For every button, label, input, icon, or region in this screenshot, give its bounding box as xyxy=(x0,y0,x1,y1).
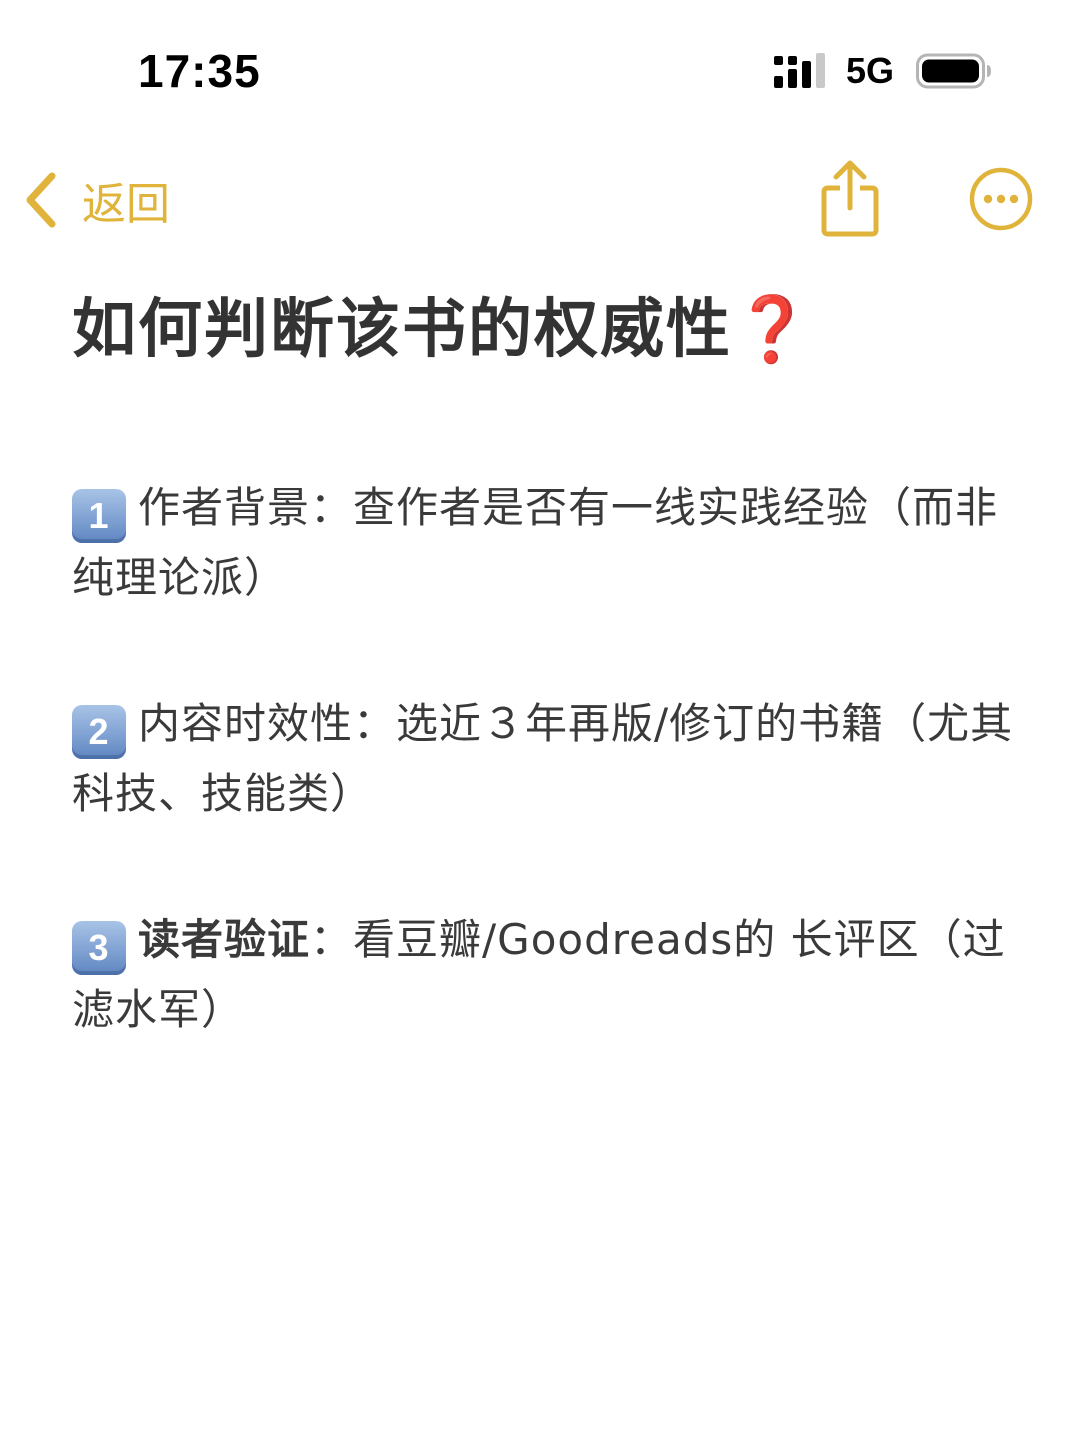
status-time: 17:35 xyxy=(138,45,261,97)
note-content: 如何判断该书的权威性❓ 1 作者背景：查作者是否有一线实践经验（而非纯理论派） 2… xyxy=(72,282,1022,1045)
item-separator: ： xyxy=(310,915,354,964)
list-item: 1 作者背景：查作者是否有一线实践经验（而非纯理论派） xyxy=(72,473,1022,613)
network-type-label: 5G xyxy=(846,50,895,91)
keycap-1-icon: 1 xyxy=(72,489,126,543)
list-item: 2 内容时效性：选近３年再版/修订的书籍（尤其科技、技能类） xyxy=(72,689,1022,829)
back-label: 返回 xyxy=(82,179,170,230)
status-bar: 17:35 5G xyxy=(0,0,1080,130)
share-icon[interactable] xyxy=(818,158,882,238)
item-separator: ： xyxy=(310,483,354,532)
chevron-left-icon xyxy=(26,172,56,228)
keycap-3-icon: 3 xyxy=(72,921,126,975)
item-separator: ： xyxy=(353,699,397,748)
nav-bar: 返回 xyxy=(0,150,1080,250)
more-options-icon[interactable] xyxy=(968,166,1034,232)
battery-icon xyxy=(916,53,991,89)
item-label: 内容时效性 xyxy=(138,699,354,748)
list-item: 3 读者验证：看豆瓣/Goodreads的 长评区（过滤水军） xyxy=(72,905,1022,1045)
keycap-2-icon: 2 xyxy=(72,705,126,759)
note-title-text: 如何判断该书的权威性 xyxy=(72,293,732,367)
note-title: 如何判断该书的权威性❓ xyxy=(72,282,1022,378)
signal-bars-icon xyxy=(774,53,825,88)
item-label: 读者验证 xyxy=(138,915,311,964)
question-mark-icon: ❓ xyxy=(732,293,814,367)
item-label: 作者背景 xyxy=(138,483,311,532)
back-button[interactable]: 返回 xyxy=(20,162,170,238)
